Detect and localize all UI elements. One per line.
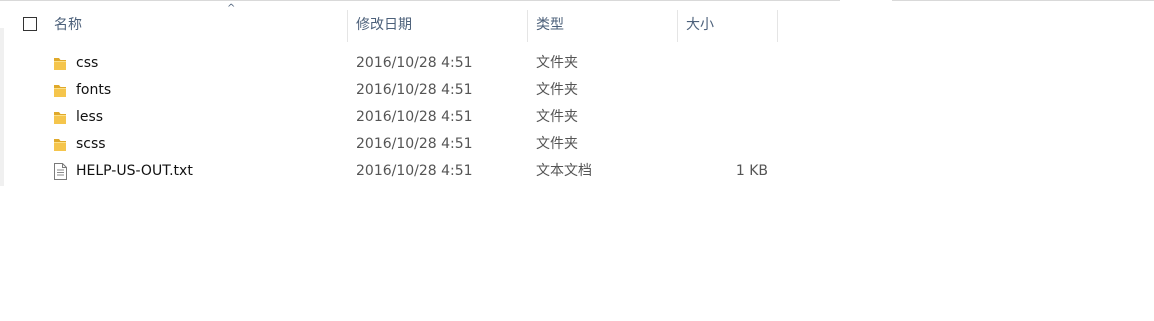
file-name: scss [76,136,106,152]
file-row-css[interactable]: css 2016/10/28 4:51 文件夹 [0,50,780,77]
file-name: css [76,55,99,71]
file-type: 文本文档 [536,163,592,179]
sort-ascending-icon: ^ [227,3,236,14]
column-header-name[interactable]: ^ 名称 [48,4,348,42]
file-modified-date: 2016/10/28 4:51 [356,82,473,98]
file-size: 1 KB [735,163,768,179]
column-header-type-label: 类型 [536,17,564,33]
file-modified-date: 2016/10/28 4:51 [356,136,473,152]
file-type: 文件夹 [536,109,578,125]
file-name: fonts [76,82,112,98]
file-row-fonts[interactable]: fonts 2016/10/28 4:51 文件夹 [0,77,780,104]
folder-icon [52,109,68,126]
file-row-help-us-out-txt[interactable]: HELP-US-OUT.txt 2016/10/28 4:51 文本文档 1 KB [0,158,780,185]
column-header-type[interactable]: 类型 [530,10,678,42]
file-size [680,131,768,158]
column-header-bar: ^ 名称 修改日期 类型 大小 [0,4,1154,42]
column-header-date[interactable]: 修改日期 [350,10,528,42]
file-size [680,104,768,131]
folder-icon [52,136,68,153]
file-modified-date: 2016/10/28 4:51 [356,163,473,179]
file-modified-date: 2016/10/28 4:51 [356,109,473,125]
file-name: HELP-US-OUT.txt [76,163,193,179]
select-all-checkbox[interactable] [23,17,37,31]
folder-icon [52,82,68,99]
file-type: 文件夹 [536,136,578,152]
file-size [680,77,768,104]
column-header-size-label: 大小 [686,17,714,33]
folder-icon [52,55,68,72]
top-divider-right [892,0,1154,1]
file-modified-date: 2016/10/28 4:51 [356,55,473,71]
file-size [680,50,768,77]
file-type: 文件夹 [536,82,578,98]
file-explorer-window: ^ 名称 修改日期 类型 大小 css 2016/10/28 4:51 文件夹 fon… [0,0,1154,321]
column-header-name-label: 名称 [54,17,82,33]
file-row-scss[interactable]: scss 2016/10/28 4:51 文件夹 [0,131,780,158]
top-divider-left [0,0,840,1]
column-header-date-label: 修改日期 [356,17,412,33]
text-file-icon [52,163,68,180]
file-name: less [76,109,104,125]
file-type: 文件夹 [536,55,578,71]
column-header-size[interactable]: 大小 [680,10,778,42]
file-row-less[interactable]: less 2016/10/28 4:51 文件夹 [0,104,780,131]
